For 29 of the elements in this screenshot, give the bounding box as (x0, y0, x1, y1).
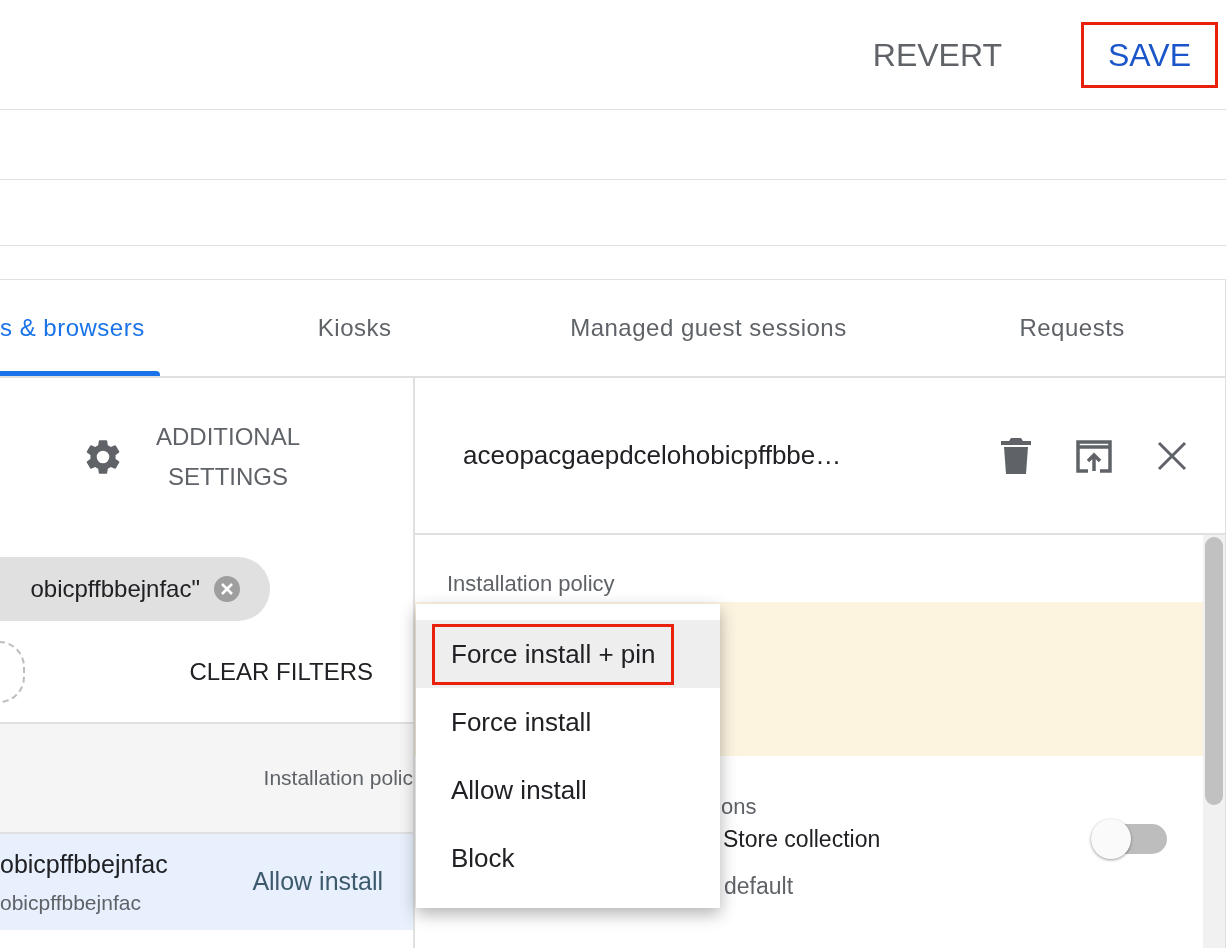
table-row[interactable]: obicpffbbejnfac obicpffbbejnfac Allow install (0, 834, 413, 930)
save-button[interactable]: SAVE (1081, 21, 1218, 88)
clear-filters-button[interactable]: CLEAR FILTERS (189, 653, 373, 690)
setting-note: default (723, 871, 795, 901)
setting-label: Store collection (722, 825, 882, 854)
policy-cell-text: Allow install (252, 866, 383, 898)
menu-item[interactable]: Force install (416, 688, 720, 756)
column-header: Installation polic (263, 765, 413, 792)
remove-icon[interactable] (214, 576, 240, 602)
trash-icon[interactable] (1001, 437, 1031, 474)
filter-chip[interactable]: obicpffbbejnfac" (0, 557, 270, 621)
tab[interactable]: s & browsers (0, 280, 212, 376)
tab[interactable]: Kiosks (211, 280, 498, 376)
tab[interactable]: Requests (919, 280, 1225, 376)
tab[interactable]: Managed guest sessions (497, 280, 920, 376)
chip-label: obicpffbbejnfac" (30, 574, 200, 604)
app-id: obicpffbbejnfac (0, 890, 142, 916)
menu-item[interactable]: Block (416, 824, 720, 892)
app-name: obicpffbbejnfac (0, 848, 168, 880)
menu-item[interactable]: Allow install (416, 756, 720, 824)
app-title: aceopacgaepdcelohobicpffbbe… (463, 439, 843, 472)
revert-button[interactable]: REVERT (845, 21, 1029, 88)
section-label: ons (721, 794, 757, 819)
close-icon[interactable] (1157, 440, 1187, 471)
menu-item[interactable]: Force install + pin (416, 620, 720, 688)
section-label: Installation policy (446, 570, 616, 598)
scrollbar-thumb[interactable] (1205, 537, 1223, 805)
additional-settings-button[interactable]: ADDITIONAL SETTINGS (156, 416, 301, 497)
open-in-window-icon[interactable] (1075, 438, 1113, 473)
